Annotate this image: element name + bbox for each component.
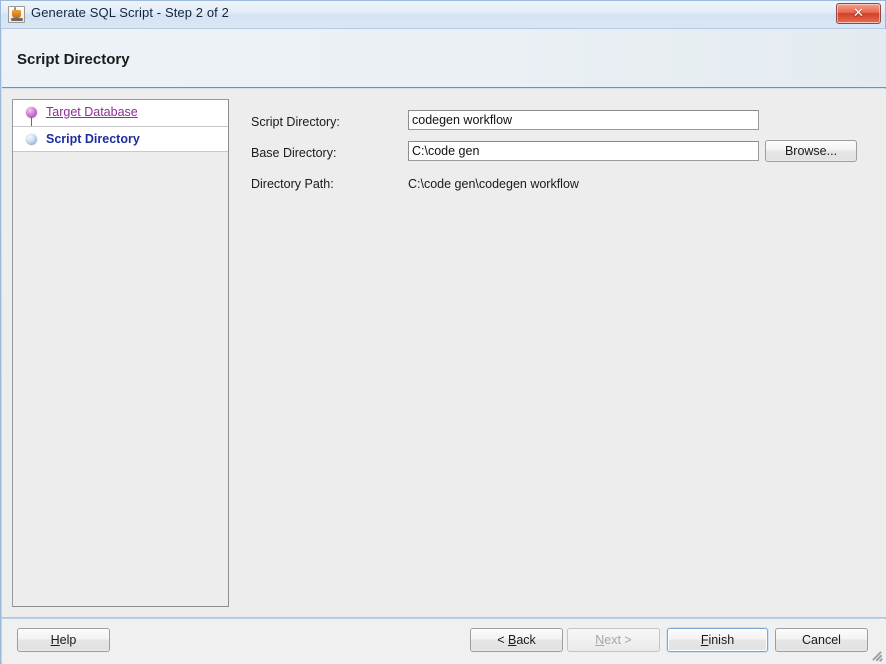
title-bar: Generate SQL Script - Step 2 of 2 ✕ (1, 1, 885, 29)
directory-path-label: Directory Path: (251, 177, 334, 191)
close-icon: ✕ (853, 6, 864, 21)
purple-sphere-icon (24, 106, 38, 133)
help-button[interactable]: Help (17, 628, 110, 652)
resize-grip[interactable] (870, 649, 884, 663)
dialog-window: Generate SQL Script - Step 2 of 2 ✕ Scri… (0, 0, 886, 664)
next-button: Next > (567, 628, 660, 652)
sidebar-item-script-directory[interactable]: Script Directory (13, 126, 228, 152)
page-title: Script Directory (17, 51, 130, 68)
close-button[interactable]: ✕ (836, 3, 881, 24)
finish-button[interactable]: Finish (667, 628, 768, 652)
back-button[interactable]: < Back (470, 628, 563, 652)
script-directory-input[interactable] (408, 110, 759, 130)
script-directory-label: Script Directory: (251, 115, 340, 129)
window-title: Generate SQL Script - Step 2 of 2 (31, 5, 229, 20)
cancel-button[interactable]: Cancel (775, 628, 868, 652)
browse-button[interactable]: Browse... (765, 140, 857, 162)
java-application-icon (8, 6, 25, 23)
base-directory-label: Base Directory: (251, 146, 337, 160)
page-header: Script Directory (2, 29, 886, 88)
dialog-body: Target Database Script Directory Script … (2, 89, 886, 618)
directory-path-value: C:\code gen\codegen workflow (408, 177, 579, 191)
base-directory-input[interactable] (408, 141, 759, 161)
sidebar-item-target-database[interactable]: Target Database (13, 100, 228, 133)
sidebar-item-label: Script Directory (46, 132, 140, 146)
blue-sphere-icon (24, 133, 38, 147)
sidebar-item-label: Target Database (46, 105, 138, 119)
wizard-steps-list: Target Database Script Directory (13, 100, 228, 152)
wizard-steps-panel: Target Database Script Directory (12, 99, 229, 607)
dialog-footer: Help < Back Next > Finish Cancel (2, 619, 886, 664)
